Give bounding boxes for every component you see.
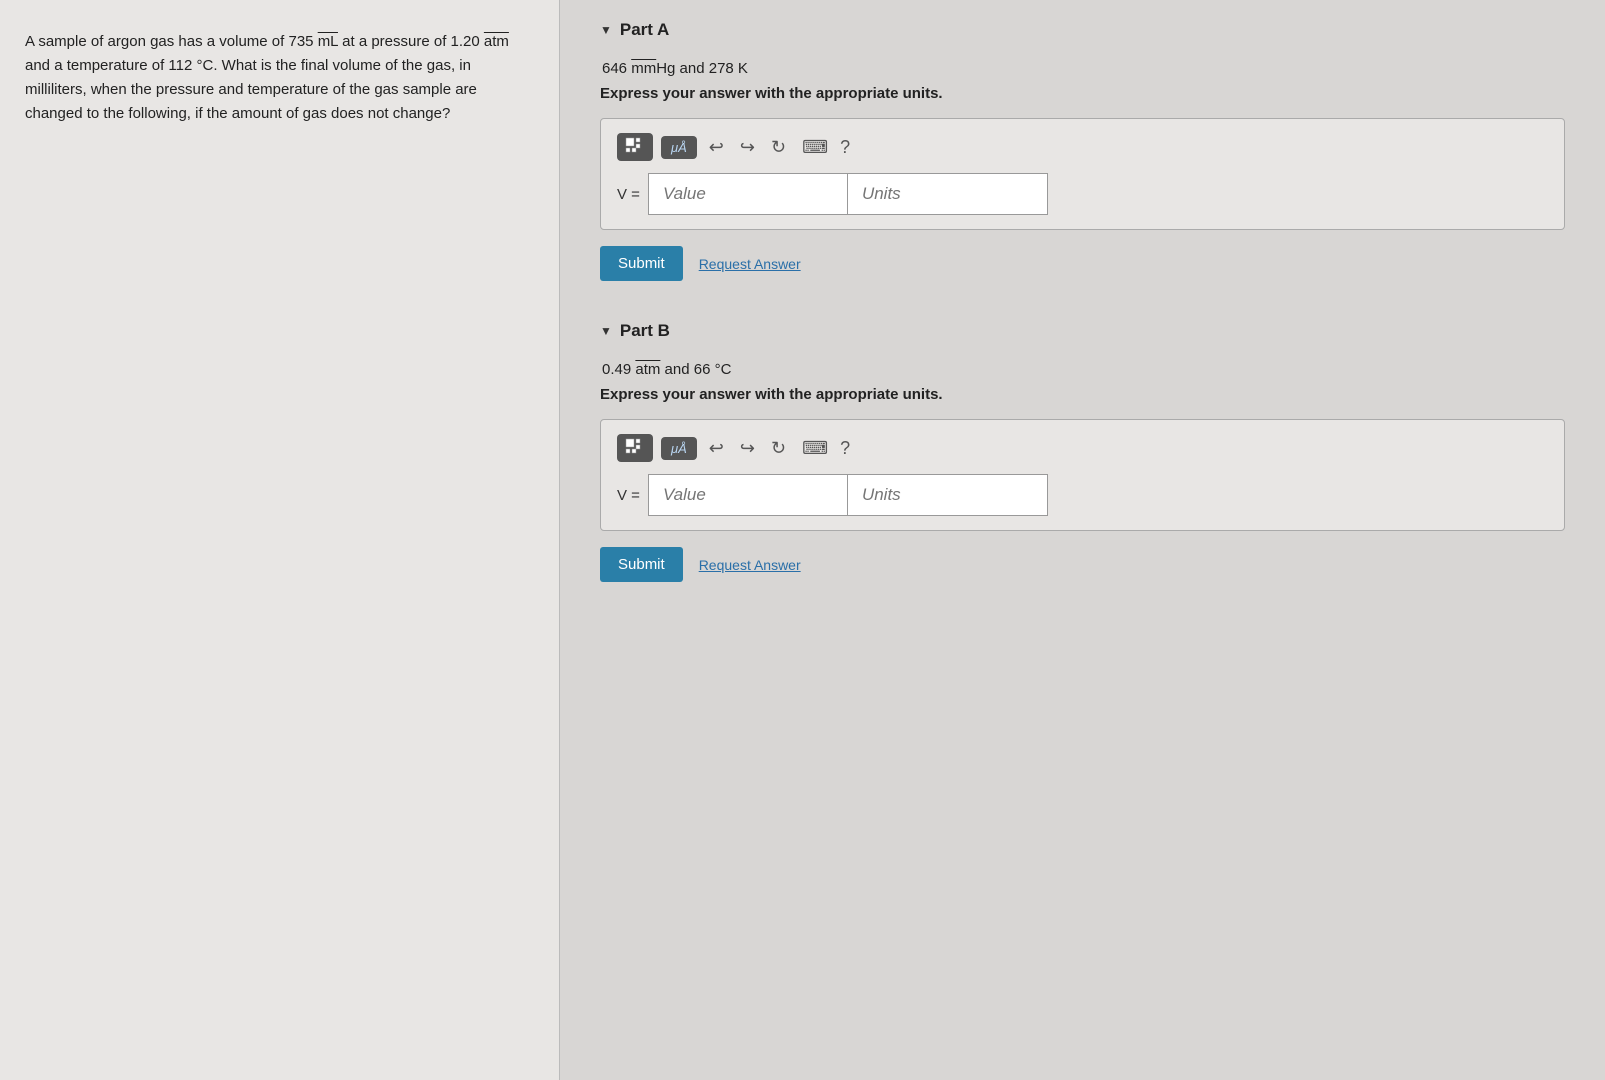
- part-b-chevron-icon: ▼: [600, 324, 612, 338]
- part-b-help-icon[interactable]: ?: [840, 438, 850, 459]
- part-b-instruction: Express your answer with the appropriate…: [600, 386, 1565, 403]
- part-b-condition: 0.49 atm and 66 °C: [602, 361, 1565, 378]
- part-b-grid-button[interactable]: [617, 434, 653, 462]
- part-a-chevron-icon: ▼: [600, 23, 612, 37]
- part-a-submit-row: Submit Request Answer: [600, 246, 1565, 281]
- part-b-v-label: V =: [617, 487, 640, 504]
- part-a-answer-box: μÅ ↩ ↪ ↻ ⌨ ? V =: [600, 118, 1565, 230]
- part-b-value-input[interactable]: [648, 474, 848, 516]
- part-a-submit-button[interactable]: Submit: [600, 246, 683, 281]
- right-panel: ▼ Part A 646 mmHg and 278 K Express your…: [560, 0, 1605, 1080]
- part-a-title: Part A: [620, 20, 669, 40]
- part-a-request-answer-button[interactable]: Request Answer: [699, 256, 801, 272]
- part-b-answer-box: μÅ ↩ ↪ ↻ ⌨ ? V =: [600, 419, 1565, 531]
- part-b-toolbar: μÅ ↩ ↪ ↻ ⌨ ?: [617, 434, 1548, 462]
- part-b-section: ▼ Part B 0.49 atm and 66 °C Express your…: [600, 321, 1565, 582]
- part-a-help-icon[interactable]: ?: [840, 137, 850, 158]
- part-b-mu-button[interactable]: μÅ: [661, 437, 697, 460]
- part-a-toolbar: μÅ ↩ ↪ ↻ ⌨ ?: [617, 133, 1548, 161]
- part-a-keyboard-button[interactable]: ⌨: [798, 135, 832, 160]
- part-a-section: ▼ Part A 646 mmHg and 278 K Express your…: [600, 20, 1565, 281]
- part-b-keyboard-button[interactable]: ⌨: [798, 436, 832, 461]
- part-a-redo-button[interactable]: ↪: [736, 135, 759, 160]
- part-a-instruction: Express your answer with the appropriate…: [600, 85, 1565, 102]
- part-a-undo-button[interactable]: ↩: [705, 135, 728, 160]
- part-a-units-input[interactable]: [848, 173, 1048, 215]
- part-a-mu-button[interactable]: μÅ: [661, 136, 697, 159]
- part-b-request-answer-button[interactable]: Request Answer: [699, 557, 801, 573]
- part-b-undo-button[interactable]: ↩: [705, 436, 728, 461]
- part-a-value-input[interactable]: [648, 173, 848, 215]
- part-a-grid-button[interactable]: [617, 133, 653, 161]
- part-a-input-row: V =: [617, 173, 1548, 215]
- part-a-refresh-button[interactable]: ↻: [767, 135, 790, 160]
- part-a-condition: 646 mmHg and 278 K: [602, 60, 1565, 77]
- part-b-units-input[interactable]: [848, 474, 1048, 516]
- part-b-header[interactable]: ▼ Part B: [600, 321, 1565, 341]
- part-b-submit-button[interactable]: Submit: [600, 547, 683, 582]
- part-a-v-label: V =: [617, 186, 640, 203]
- part-b-redo-button[interactable]: ↪: [736, 436, 759, 461]
- problem-text: A sample of argon gas has a volume of 73…: [25, 30, 534, 126]
- part-a-header[interactable]: ▼ Part A: [600, 20, 1565, 40]
- part-b-input-row: V =: [617, 474, 1548, 516]
- part-b-refresh-button[interactable]: ↻: [767, 436, 790, 461]
- part-b-submit-row: Submit Request Answer: [600, 547, 1565, 582]
- left-panel: A sample of argon gas has a volume of 73…: [0, 0, 560, 1080]
- part-b-title: Part B: [620, 321, 670, 341]
